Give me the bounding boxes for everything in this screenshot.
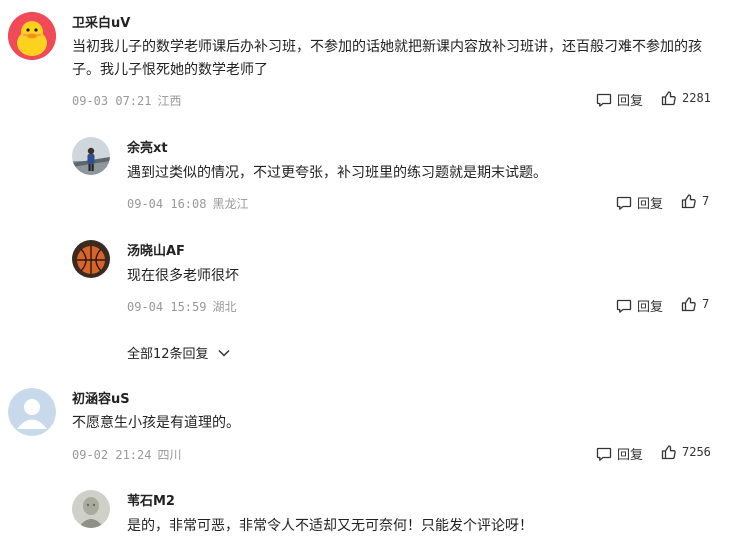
reply-author[interactable]: 余亮xt <box>127 137 168 156</box>
like-count: 2281 <box>682 91 711 105</box>
show-all-replies-button[interactable]: 全部12条回复 <box>127 343 231 362</box>
reply-text: 是的，非常可恶，非常令人不适却又无可奈何！只能发个评论呀！ <box>127 518 533 534</box>
reply-date: 09-04 16:08 <box>127 197 207 211</box>
chevron-down-icon <box>218 349 230 357</box>
statue-photo-avatar[interactable] <box>72 490 110 528</box>
reply-author[interactable]: 汤晓山AF <box>127 240 185 259</box>
reply-location: 湖北 <box>212 300 237 314</box>
thumbs-up-icon <box>681 297 696 312</box>
reply-label: 回复 <box>617 448 644 463</box>
reply-icon <box>596 447 612 461</box>
thumbs-up-icon <box>681 194 696 209</box>
like-button[interactable]: 7 <box>681 296 709 312</box>
basketball-avatar[interactable] <box>72 240 110 278</box>
thumbs-up-icon <box>661 91 676 106</box>
reply-icon <box>616 299 632 313</box>
reply-text: 遇到过类似的情况，不过更夸张，补习班里的练习题就是期末试题。 <box>127 165 547 181</box>
reply-label: 回复 <box>637 300 664 315</box>
comment-author[interactable]: 初涵容uS <box>72 388 130 407</box>
like-count: 7 <box>702 297 710 311</box>
reply-author[interactable]: 苇石M2 <box>127 490 175 509</box>
comment-text: 不愿意生小孩是有道理的。 <box>72 415 240 431</box>
like-count: 7256 <box>682 445 711 459</box>
comment-meta: 09-03 07:21 江西 <box>72 92 182 109</box>
comment-meta: 09-02 21:24 四川 <box>72 446 182 463</box>
like-count: 7 <box>702 194 710 208</box>
like-button[interactable]: 7 <box>681 193 709 209</box>
reply-button[interactable]: 回复 <box>616 193 663 212</box>
reply-label: 回复 <box>637 197 664 212</box>
comment-text: 当初我儿子的数学老师课后办补习班，不参加的话她就把新课内容放补习班讲，还百般刁难… <box>72 39 702 78</box>
reply-label: 回复 <box>617 94 644 109</box>
comment-date: 09-03 07:21 <box>72 94 152 108</box>
person-photo-avatar[interactable] <box>72 137 110 175</box>
reply-icon <box>596 93 612 107</box>
reply-meta: 09-04 15:59 湖北 <box>127 298 237 315</box>
reply-meta: 09-04 16:08 黑龙江 <box>127 195 249 212</box>
comment-author[interactable]: 卫采白uV <box>72 12 130 31</box>
reply-button[interactable]: 回复 <box>596 444 643 463</box>
duck-avatar[interactable] <box>8 12 56 60</box>
reply-location: 黑龙江 <box>212 197 249 211</box>
reply-button[interactable]: 回复 <box>596 90 643 109</box>
comment-location: 江西 <box>157 94 182 108</box>
like-button[interactable]: 2281 <box>661 90 711 106</box>
thumbs-up-icon <box>661 445 676 460</box>
reply-text: 现在很多老师很坏 <box>127 268 239 284</box>
reply-button[interactable]: 回复 <box>616 296 663 315</box>
show-all-replies-label: 全部12条回复 <box>127 347 209 362</box>
comment-location: 四川 <box>157 448 182 462</box>
default-user-avatar[interactable] <box>8 388 56 436</box>
comment-date: 09-02 21:24 <box>72 448 152 462</box>
like-button[interactable]: 7256 <box>661 444 711 460</box>
reply-icon <box>616 196 632 210</box>
reply-date: 09-04 15:59 <box>127 300 207 314</box>
